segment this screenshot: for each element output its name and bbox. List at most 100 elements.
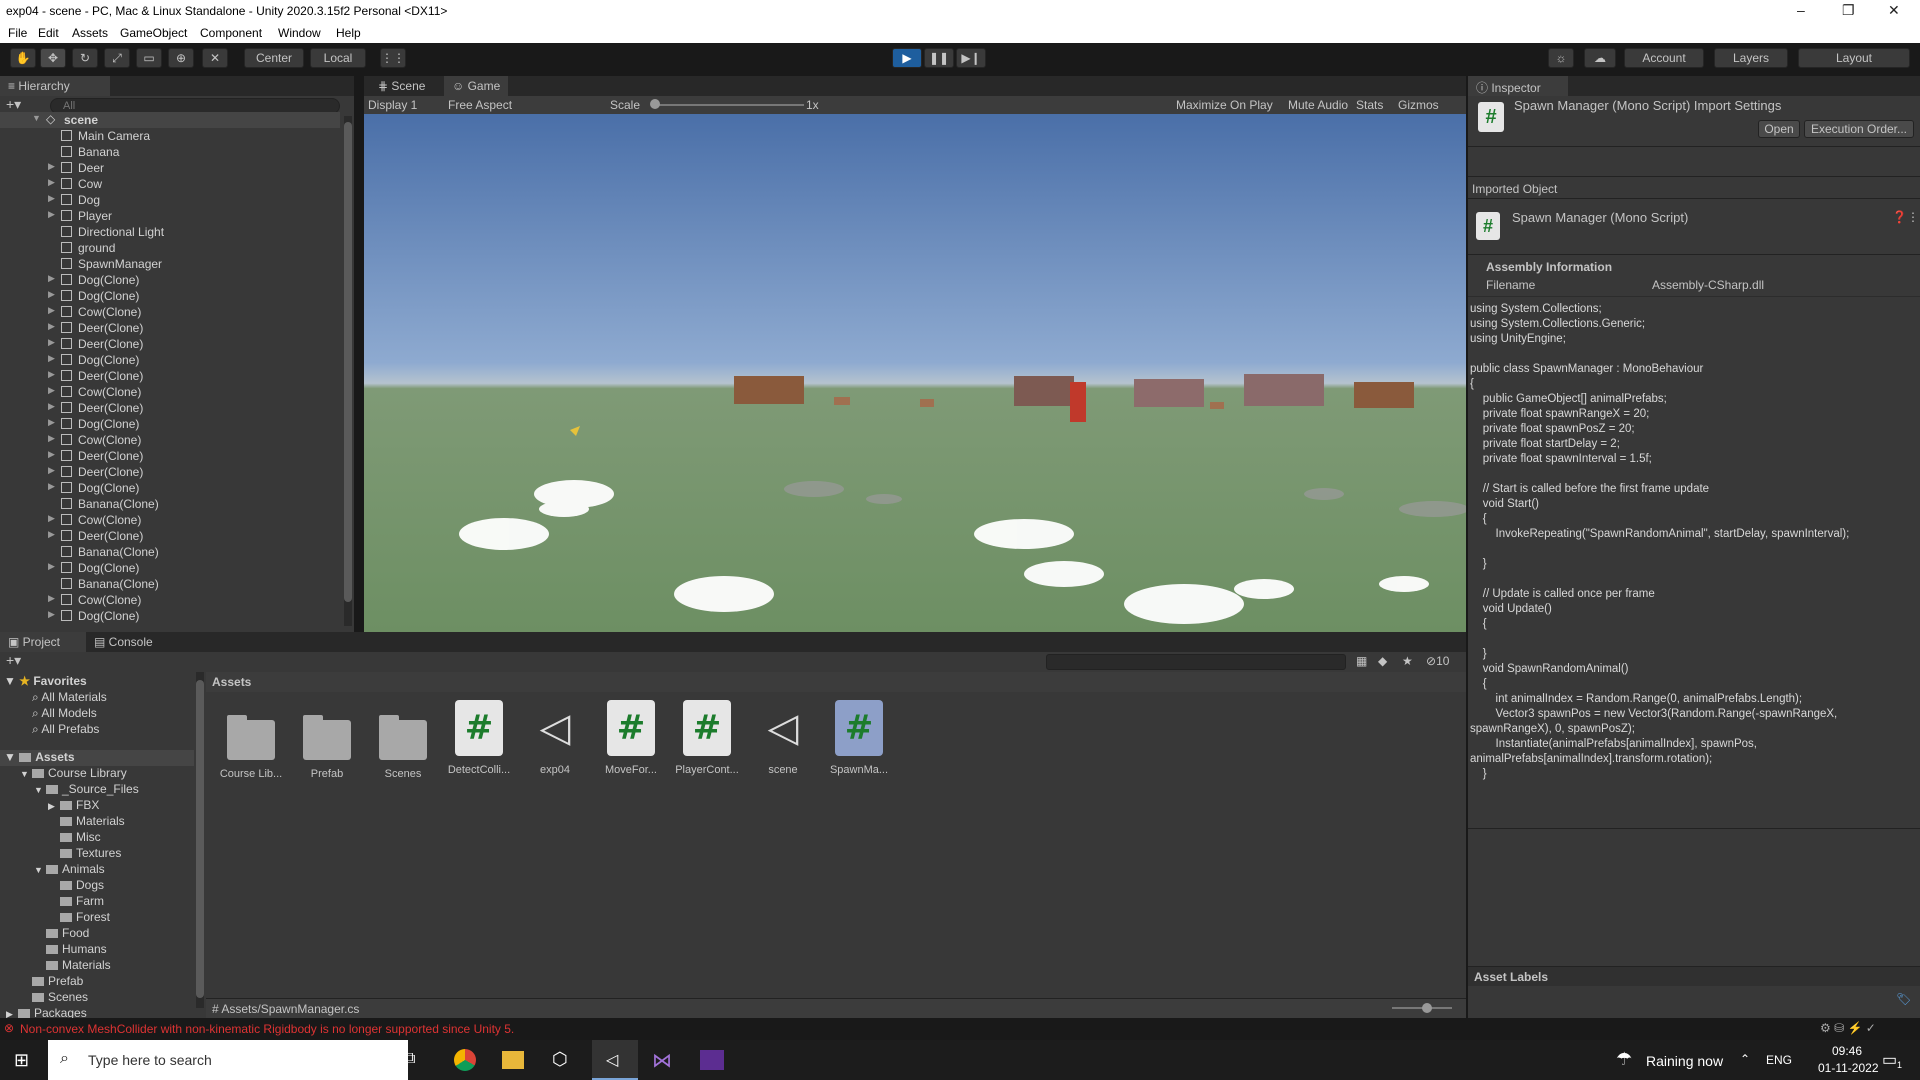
notification-icon[interactable]: ▭: [1882, 1050, 1897, 1070]
project-folder-item[interactable]: Textures: [48, 846, 121, 862]
tab-inspector[interactable]: ⓘ Inspector: [1468, 76, 1568, 96]
menu-window[interactable]: Window: [278, 26, 321, 40]
chevron-right-icon[interactable]: ▶: [48, 337, 55, 348]
chevron-icon[interactable]: ▼: [34, 785, 46, 795]
visual-studio-icon[interactable]: ⋈: [652, 1048, 672, 1073]
assets-root-row[interactable]: ▼ Assets: [0, 750, 194, 766]
grid-snap-icon[interactable]: ⋮⋮: [380, 48, 406, 68]
hierarchy-item[interactable]: ▶ Cow: [0, 176, 340, 192]
custom-tool-icon[interactable]: ✕: [202, 48, 228, 68]
cloud-icon[interactable]: ☁: [1584, 48, 1616, 68]
project-folder-item[interactable]: Materials: [34, 958, 111, 974]
asset-item[interactable]: ◁ scene: [748, 700, 818, 776]
hierarchy-item[interactable]: ▶ Cow(Clone): [0, 384, 340, 400]
status-icons[interactable]: ⚙ ⛁ ⚡ ✓: [1820, 1021, 1876, 1035]
hierarchy-item[interactable]: ▶ Cow(Clone): [0, 432, 340, 448]
help-icon[interactable]: ❓⋮: [1892, 210, 1919, 224]
game-viewport[interactable]: [364, 114, 1466, 632]
taskbar-search[interactable]: ⌕ Type here to search: [48, 1040, 408, 1080]
tab-hierarchy[interactable]: ≡ Hierarchy: [0, 76, 110, 96]
transform-tool-icon[interactable]: ⊕: [168, 48, 194, 68]
clock-time[interactable]: 09:46: [1832, 1044, 1862, 1058]
chevron-right-icon[interactable]: ▶: [48, 449, 55, 460]
project-folder-item[interactable]: Prefab: [20, 974, 83, 990]
unity-hub-icon[interactable]: ⬡: [552, 1049, 568, 1070]
project-folder-item[interactable]: Materials: [48, 814, 125, 830]
pause-button[interactable]: ❚❚: [924, 48, 954, 68]
chevron-right-icon[interactable]: ▶: [48, 289, 55, 300]
fav-all-prefabs[interactable]: ⌕ All Prefabs: [32, 722, 99, 738]
chevron-right-icon[interactable]: ▶: [48, 353, 55, 364]
tab-scene[interactable]: ⋕ Scene: [370, 76, 433, 96]
project-folder-item[interactable]: Farm: [48, 894, 104, 910]
windows-start-icon[interactable]: ⊞: [14, 1050, 29, 1071]
hierarchy-item[interactable]: ▶ Cow(Clone): [0, 592, 340, 608]
chevron-icon[interactable]: ▼: [20, 769, 32, 779]
chevron-right-icon[interactable]: ▶: [48, 561, 55, 572]
chevron-down-icon[interactable]: ▼: [32, 113, 41, 123]
chevron-icon[interactable]: ▼: [34, 865, 46, 875]
weather-icon[interactable]: ☂: [1616, 1049, 1632, 1070]
project-folder-item[interactable]: Forest: [48, 910, 110, 926]
hierarchy-item[interactable]: ▶ Dog(Clone): [0, 416, 340, 432]
hierarchy-item[interactable]: ▶ Deer(Clone): [0, 320, 340, 336]
hierarchy-item[interactable]: ▶ Cow(Clone): [0, 304, 340, 320]
filter-label-icon[interactable]: ◆: [1378, 654, 1387, 668]
task-view-icon[interactable]: ⧉: [404, 1050, 415, 1068]
hierarchy-item[interactable]: ▶ Dog(Clone): [0, 272, 340, 288]
status-error-text[interactable]: Non-convex MeshCollider with non-kinemat…: [20, 1022, 514, 1036]
move-tool-icon[interactable]: ✥: [40, 48, 66, 68]
chevron-right-icon[interactable]: ▶: [48, 161, 55, 172]
asset-item[interactable]: ◁ exp04: [520, 700, 590, 776]
menu-help[interactable]: Help: [336, 26, 361, 40]
hierarchy-item[interactable]: ▶ Dog(Clone): [0, 608, 340, 624]
favorites-row[interactable]: ▼ ★ Favorites: [4, 674, 87, 690]
asset-item[interactable]: # PlayerCont...: [672, 700, 742, 776]
unity-editor-icon[interactable]: ◁: [592, 1040, 638, 1080]
project-folder-item[interactable]: ▼ _Source_Files: [34, 782, 139, 798]
stats-toggle[interactable]: Stats: [1356, 98, 1383, 112]
hierarchy-item[interactable]: ▶ Dog(Clone): [0, 288, 340, 304]
chevron-right-icon[interactable]: ▶: [48, 593, 55, 604]
hand-tool-icon[interactable]: ✋: [10, 48, 36, 68]
chevron-right-icon[interactable]: ▶: [48, 369, 55, 380]
maximize-button[interactable]: ❐: [1842, 2, 1855, 19]
chevron-right-icon[interactable]: ▶: [48, 433, 55, 444]
asset-item[interactable]: # DetectColli...: [444, 700, 514, 776]
filter-type-icon[interactable]: ▦: [1356, 654, 1367, 668]
fav-all-materials[interactable]: ⌕ All Materials: [32, 690, 107, 706]
chevron-right-icon[interactable]: ▶: [48, 481, 55, 492]
minimize-button[interactable]: –: [1797, 2, 1805, 18]
open-button[interactable]: Open: [1758, 120, 1800, 138]
chevron-right-icon[interactable]: ▶: [48, 465, 55, 476]
menu-assets[interactable]: Assets: [72, 26, 108, 40]
scene-row[interactable]: ▼ ◇ scene: [0, 112, 340, 128]
chevron-right-icon[interactable]: ▶: [48, 609, 55, 620]
chevron-right-icon[interactable]: ▶: [48, 209, 55, 220]
project-folder-item[interactable]: Humans: [34, 942, 107, 958]
scrollbar-thumb[interactable]: [344, 122, 352, 602]
aspect-dropdown[interactable]: Free Aspect: [448, 98, 512, 112]
hierarchy-item[interactable]: ▶ Deer(Clone): [0, 528, 340, 544]
chevron-right-icon[interactable]: ▶: [48, 321, 55, 332]
project-folder-item[interactable]: Food: [34, 926, 89, 942]
tab-project[interactable]: ▣ Project: [0, 632, 86, 652]
hierarchy-item[interactable]: SpawnManager: [0, 256, 340, 272]
fav-all-models[interactable]: ⌕ All Models: [32, 706, 97, 722]
menu-file[interactable]: File: [8, 26, 27, 40]
project-folder-item[interactable]: Scenes: [20, 990, 88, 1006]
maximize-on-play-toggle[interactable]: Maximize On Play: [1176, 98, 1273, 112]
chevron-right-icon[interactable]: ▶: [48, 385, 55, 396]
project-folder-item[interactable]: ▶ FBX: [48, 798, 99, 814]
asset-item[interactable]: Course Lib...: [216, 700, 286, 780]
layers-dropdown[interactable]: Layers: [1714, 48, 1788, 68]
scale-slider[interactable]: [654, 104, 804, 106]
chevron-right-icon[interactable]: ▶: [48, 417, 55, 428]
pivot-local-button[interactable]: Local: [310, 48, 366, 68]
account-dropdown[interactable]: Account: [1624, 48, 1704, 68]
asset-item[interactable]: # MoveFor...: [596, 700, 666, 776]
chevron-right-icon[interactable]: ▶: [48, 529, 55, 540]
chevron-icon[interactable]: ▶: [48, 801, 60, 812]
hierarchy-item[interactable]: ▶ Player: [0, 208, 340, 224]
hierarchy-item[interactable]: ▶ Deer(Clone): [0, 448, 340, 464]
